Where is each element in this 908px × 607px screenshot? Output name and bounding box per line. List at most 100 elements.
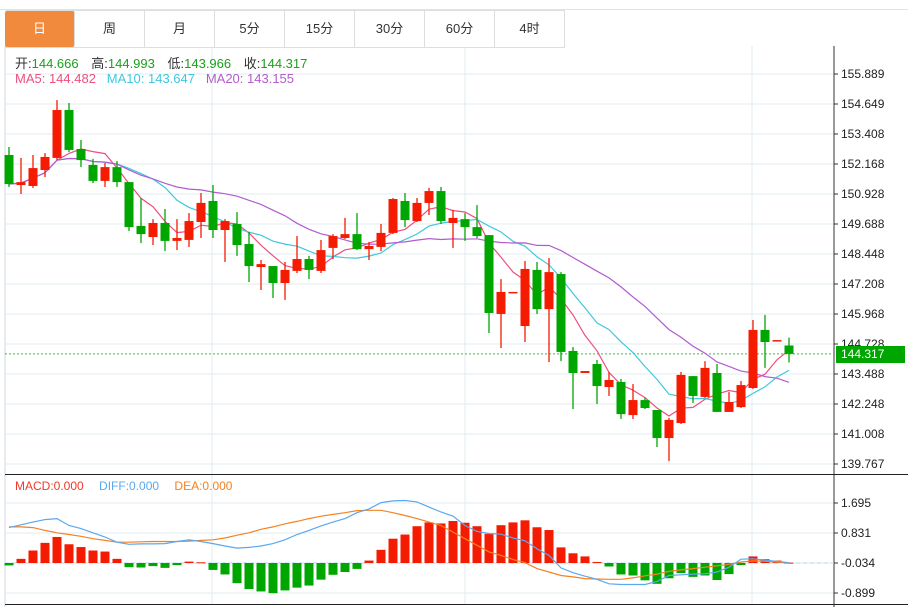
candle-body — [448, 217, 458, 223]
candle-up — [736, 380, 746, 409]
diff-value: DIFF:0.000 — [99, 479, 160, 493]
ma5-value: MA5: 144.482 — [15, 71, 96, 86]
tab-1[interactable]: 周 — [75, 11, 145, 47]
candle-up — [424, 187, 434, 216]
price-axis-label: 141.008 — [841, 427, 885, 441]
candle-body — [88, 164, 98, 181]
candle-body — [376, 232, 386, 247]
macd-bar-negative — [268, 563, 278, 594]
candle-up — [676, 372, 686, 425]
price-axis-label: 150.928 — [841, 187, 885, 201]
candle-body — [724, 401, 734, 412]
tab-0[interactable]: 日 — [5, 11, 75, 47]
candle-body — [4, 155, 14, 185]
period-tabs: 日周月 5分 15分 30分 60分 4时 — [5, 10, 565, 48]
tab-4[interactable]: 15分 — [285, 11, 355, 47]
candle-up — [280, 261, 290, 300]
candle-body — [772, 340, 782, 342]
candle-up — [496, 279, 506, 349]
candle-down — [712, 364, 722, 412]
candle-down — [268, 266, 278, 298]
candle-down — [436, 186, 446, 224]
candle-body — [484, 235, 494, 313]
ma20-value: MA20: 143.155 — [205, 71, 295, 86]
candle-body — [688, 376, 698, 396]
candle-body — [532, 269, 542, 310]
price-axis-label: 148.448 — [841, 247, 885, 261]
candle-body — [232, 223, 242, 246]
candle-up — [40, 153, 50, 178]
candle-up — [376, 223, 386, 252]
macd-bar-negative — [352, 563, 362, 569]
candle-body — [604, 379, 614, 388]
macd-bar-negative — [736, 563, 746, 566]
macd-bar-positive — [196, 562, 206, 564]
macd-bar-positive — [184, 561, 194, 563]
candle-up — [772, 340, 782, 342]
candle-down — [532, 261, 542, 314]
macd-bar-positive — [568, 553, 578, 563]
ohlc-info: 开:144.666 高:144.993 低:143.966 收:144.317 — [15, 53, 316, 72]
candle-up — [52, 100, 62, 161]
candle-down — [760, 314, 770, 368]
candle-up — [700, 361, 710, 398]
macd-bar-positive — [424, 522, 434, 563]
candle-body — [364, 245, 374, 250]
candle-body — [676, 374, 686, 424]
ma-info: MA5: 144.482 MA10: 143.647 MA20: 143.155 — [15, 71, 294, 86]
macd-bar-negative — [616, 563, 626, 575]
candle-body — [388, 199, 398, 233]
macd-bar-negative — [676, 563, 686, 574]
candle-body — [112, 167, 122, 183]
macd-axis-label: 1.695 — [841, 496, 871, 510]
candle-down — [592, 359, 602, 404]
candle-body — [136, 225, 146, 235]
kline-chart[interactable]: 155.889 154.649 153.408 152.168 150.928 149.6… — [0, 0, 908, 607]
candle-body — [52, 110, 62, 158]
candle-up — [100, 162, 110, 187]
macd-axis-label: -0.899 — [841, 586, 875, 600]
tab-3[interactable]: 5分 — [215, 11, 285, 47]
candle-body — [40, 156, 50, 171]
tab-7[interactable]: 4时 — [495, 11, 565, 47]
candle-body — [220, 221, 230, 231]
macd-bar-positive — [28, 550, 38, 563]
macd-bar-positive — [448, 521, 458, 563]
tab-2[interactable]: 月 — [145, 11, 215, 47]
price-axis-label: 149.688 — [841, 217, 885, 231]
candle-body — [244, 244, 254, 267]
candle-body — [556, 274, 566, 352]
tab-5[interactable]: 30分 — [355, 11, 425, 47]
candle-body — [172, 237, 182, 241]
candle-down — [136, 198, 146, 244]
price-axis-label: 154.649 — [841, 97, 885, 111]
candle-down — [160, 208, 170, 252]
last-price-label: 144.317 — [836, 346, 905, 363]
macd-bar-positive — [436, 523, 446, 563]
candle-down — [64, 103, 74, 153]
candle-down — [124, 182, 134, 231]
candle-up — [412, 198, 422, 223]
candle-body — [424, 191, 434, 203]
candle-down — [352, 213, 362, 251]
tab-6[interactable]: 60分 — [425, 11, 495, 47]
candle-body — [544, 272, 554, 310]
macd-bar-negative — [220, 563, 230, 575]
candle-body — [748, 329, 758, 388]
candle-body — [64, 110, 74, 150]
macd-bar-negative — [136, 563, 146, 568]
macd-bar-positive — [520, 520, 530, 563]
candle-down — [304, 255, 314, 280]
candle-body — [352, 234, 362, 250]
price-axis-label: 152.168 — [841, 157, 885, 171]
candle-down — [400, 192, 410, 228]
macd-info: MACD:0.000 DIFF:0.000 DEA:0.000 — [15, 479, 244, 493]
candle-up — [520, 260, 530, 343]
macd-bar-positive — [460, 522, 470, 563]
candle-down — [88, 158, 98, 184]
candle-body — [184, 221, 194, 240]
candle-up — [16, 157, 26, 194]
candle-down — [568, 347, 578, 410]
candle-body — [196, 202, 206, 223]
candle-body — [316, 250, 326, 271]
